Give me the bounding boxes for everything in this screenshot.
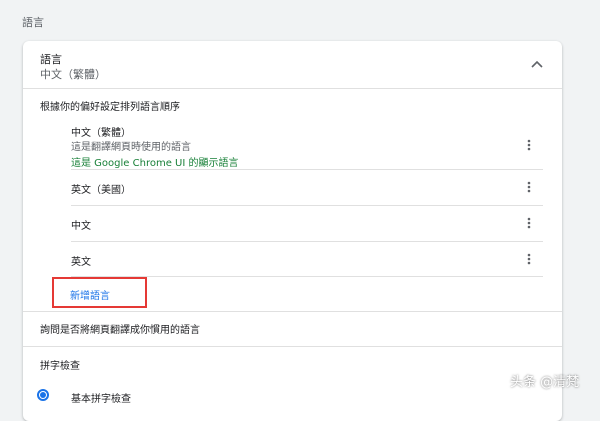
languages-title: 語言 <box>40 53 62 66</box>
language-name: 中文（繁體） <box>71 128 131 139</box>
language-name: 英文 <box>71 257 91 268</box>
more-vert-icon[interactable] <box>521 179 537 195</box>
language-ui-note: 這是 Google Chrome UI 的顯示語言 <box>71 158 239 169</box>
language-description: 這是翻譯網頁時使用的語言 <box>71 142 191 153</box>
current-language: 中文（繁體） <box>40 68 106 81</box>
language-row-en-us: 英文（美國） <box>71 169 543 205</box>
radio-dot <box>40 392 46 398</box>
more-vert-icon[interactable] <box>521 137 537 153</box>
language-name: 中文 <box>71 221 91 232</box>
language-name: 英文（美國） <box>71 185 131 196</box>
more-vert-icon[interactable] <box>521 251 537 267</box>
chevron-up-icon[interactable] <box>529 56 545 72</box>
section-title: 語言 <box>22 16 44 29</box>
basic-spellcheck-radio[interactable] <box>37 389 49 401</box>
language-order-label: 根據你的偏好設定排列語言順序 <box>40 102 180 113</box>
divider <box>23 346 562 347</box>
language-row-en: 英文 <box>71 241 543 277</box>
language-row-zh-hant: 中文（繁體） 這是翻譯網頁時使用的語言 這是 Google Chrome UI … <box>71 121 543 169</box>
language-row-zh: 中文 <box>71 205 543 241</box>
more-vert-icon[interactable] <box>521 215 537 231</box>
ask-translate-label: 詢問是否將網頁翻譯成你慣用的語言 <box>40 325 200 336</box>
basic-spellcheck-label: 基本拼字檢查 <box>71 394 131 405</box>
divider <box>23 88 562 89</box>
divider <box>23 311 562 312</box>
languages-card: 語言 中文（繁體） 根據你的偏好設定排列語言順序 中文（繁體） 這是翻譯網頁時使… <box>23 41 562 421</box>
watermark: 头条 @清梵 <box>510 375 580 390</box>
add-language-link[interactable]: 新增語言 <box>70 287 110 302</box>
spellcheck-title: 拼字檢查 <box>40 361 80 372</box>
